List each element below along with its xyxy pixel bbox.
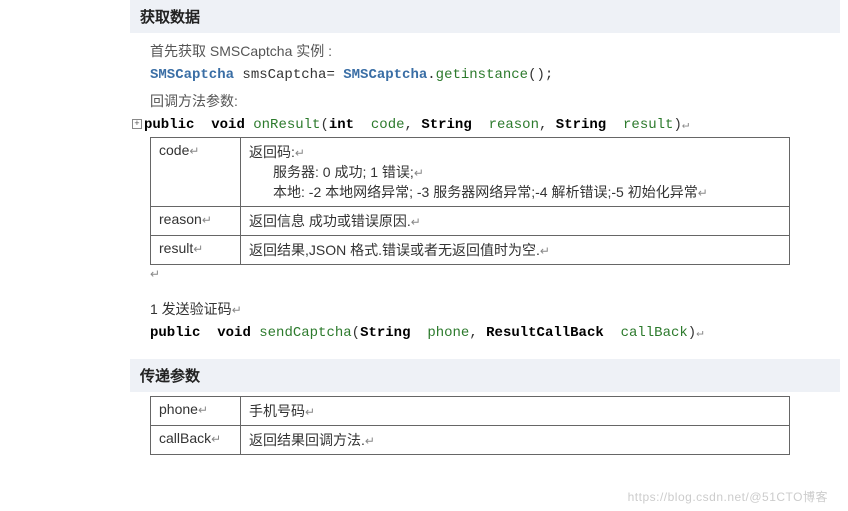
- content-block-3: phone↵ 手机号码↵ callBack↵ 返回结果回调方法.↵: [150, 396, 828, 455]
- kw-void-2: void: [217, 325, 251, 341]
- cell-val-result: 返回结果,JSON 格式.错误或者无返回值时为空.↵: [241, 236, 790, 265]
- table-row: code↵ 返回码:↵ 服务器: 0 成功; 1 错误;↵ 本地: -2 本地网…: [151, 138, 790, 207]
- param-result: result: [623, 117, 673, 133]
- param-reason: reason: [489, 117, 539, 133]
- method-getinstance[interactable]: getinstance: [436, 67, 528, 83]
- kw-public: public: [144, 117, 194, 133]
- type-smscaptcha-2: SMSCaptcha: [343, 67, 427, 83]
- sendcaptcha-params-table: phone↵ 手机号码↵ callBack↵ 返回结果回调方法.↵: [150, 396, 790, 455]
- type-string-1: String: [421, 117, 471, 133]
- param-code: code: [371, 117, 405, 133]
- signature-sendcaptcha: public void sendCaptcha(String phone, Re…: [150, 325, 828, 341]
- type-string-2: String: [556, 117, 606, 133]
- type-resultcallback: ResultCallBack: [486, 325, 604, 341]
- section-title-2: 传递参数: [140, 368, 200, 385]
- param-callback: callBack: [621, 325, 688, 341]
- method-onresult: onResult: [253, 117, 320, 133]
- code-getinstance: SMSCaptcha smsCaptcha= SMSCaptcha.getins…: [150, 67, 828, 83]
- table-row: phone↵ 手机号码↵: [151, 397, 790, 426]
- cell-key-phone: phone↵: [151, 397, 241, 426]
- section-title: 获取数据: [140, 9, 200, 26]
- cell-key-reason: reason↵: [151, 207, 241, 236]
- table-row: result↵ 返回结果,JSON 格式.错误或者无返回值时为空.↵: [151, 236, 790, 265]
- var-smscaptcha: smsCaptcha: [242, 67, 326, 83]
- section-title-send-code: 1 发送验证码↵: [150, 299, 828, 319]
- kw-public-2: public: [150, 325, 200, 341]
- callback-params-label: 回调方法参数:: [150, 91, 828, 111]
- type-smscaptcha: SMSCaptcha: [150, 67, 234, 83]
- method-sendcaptcha: sendCaptcha: [259, 325, 351, 341]
- cell-val-phone: 手机号码↵: [241, 397, 790, 426]
- cell-val-callback: 返回结果回调方法.↵: [241, 426, 790, 455]
- watermark: https://blog.csdn.net/@51CTO博客: [628, 488, 828, 505]
- cell-key-callback: callBack↵: [151, 426, 241, 455]
- table-row: reason↵ 返回信息 成功或错误原因.↵: [151, 207, 790, 236]
- cell-key-code: code↵: [151, 138, 241, 207]
- content-block-1: 首先获取 SMSCaptcha 实例 : SMSCaptcha smsCaptc…: [150, 41, 828, 341]
- section-header-pass-params: 传递参数: [130, 359, 840, 392]
- signature-onresult: +public void onResult(int code, String r…: [150, 117, 828, 133]
- table-row: callBack↵ 返回结果回调方法.↵: [151, 426, 790, 455]
- kw-void: void: [211, 117, 245, 133]
- cell-val-code: 返回码:↵ 服务器: 0 成功; 1 错误;↵ 本地: -2 本地网络异常; -…: [241, 138, 790, 207]
- type-int: int: [329, 117, 354, 133]
- cell-key-result: result↵: [151, 236, 241, 265]
- intro-text: 首先获取 SMSCaptcha 实例 :: [150, 41, 828, 61]
- cell-val-reason: 返回信息 成功或错误原因.↵: [241, 207, 790, 236]
- param-phone: phone: [427, 325, 469, 341]
- section-header-get-data: 获取数据: [130, 0, 840, 33]
- onresult-params-table: code↵ 返回码:↵ 服务器: 0 成功; 1 错误;↵ 本地: -2 本地网…: [150, 137, 790, 265]
- type-string-3: String: [360, 325, 410, 341]
- expand-icon[interactable]: +: [132, 119, 142, 129]
